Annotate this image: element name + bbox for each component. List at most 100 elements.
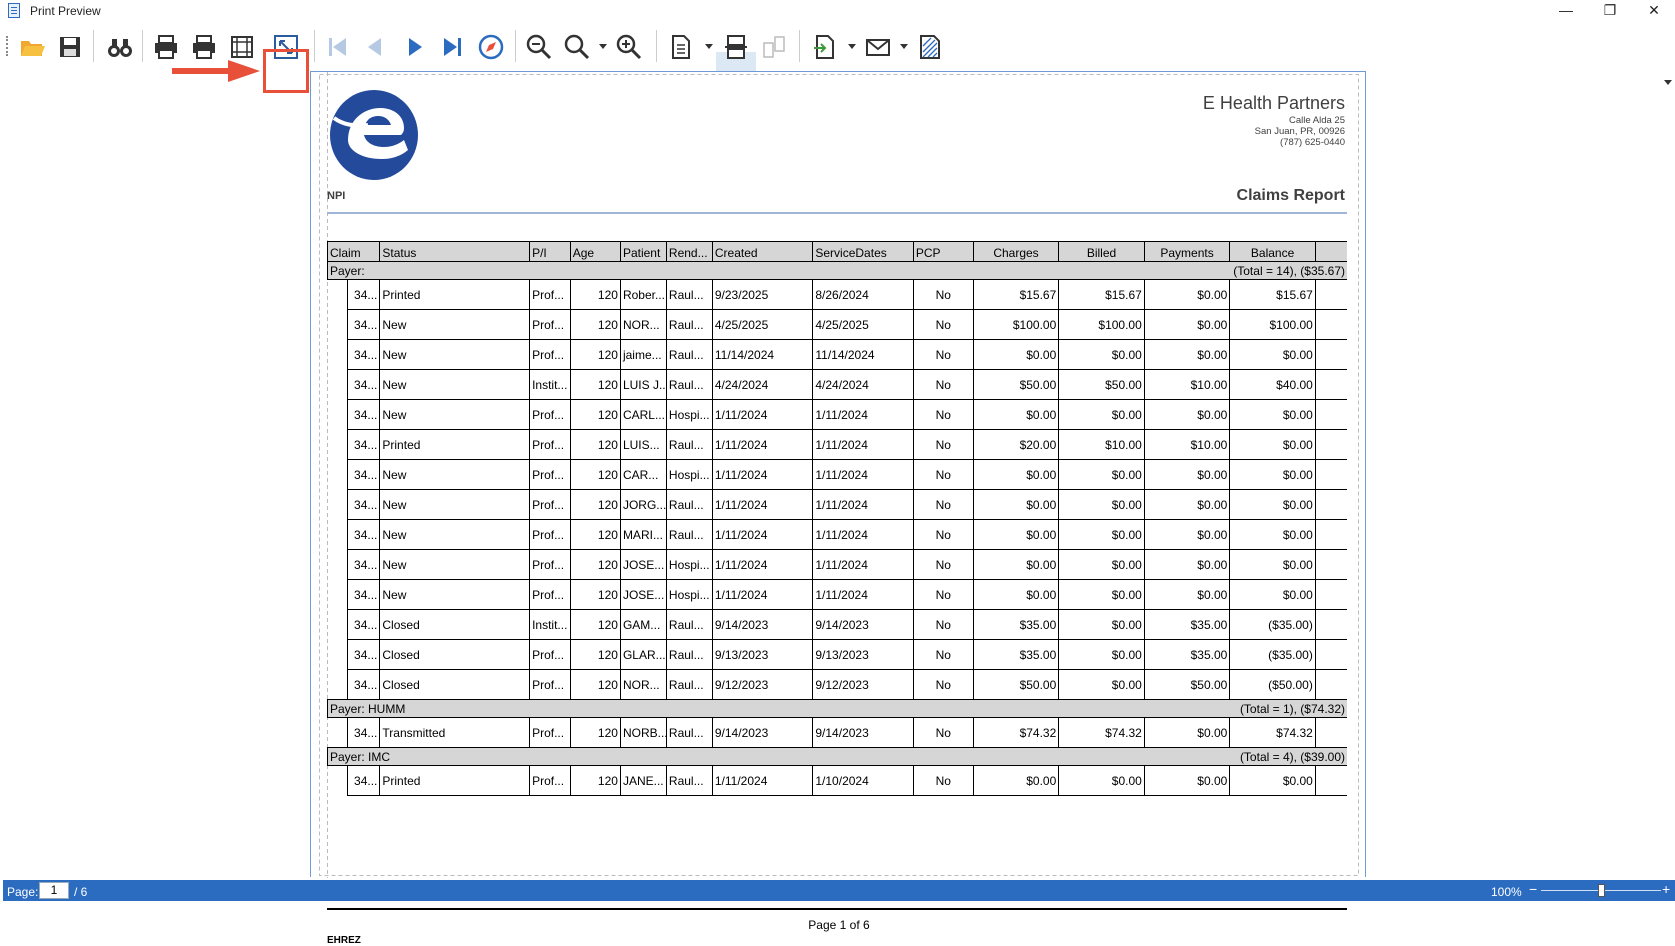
find-button[interactable] [103, 30, 137, 64]
rend-cell: Raul... [665, 369, 713, 400]
table-row[interactable]: 34... Transmitted Prof... 120 NORB... Raul...… [327, 717, 1347, 748]
save-button[interactable] [53, 30, 87, 64]
indent-cell [327, 765, 349, 796]
table-row[interactable]: 34... New Prof... 120 CAR... Hospi... 1/11/202… [327, 459, 1347, 490]
export-dropdown-arrow[interactable] [848, 44, 856, 49]
zoom-button[interactable] [560, 30, 594, 64]
toolbar-separator [799, 30, 800, 62]
page-total: / 6 [74, 885, 88, 899]
claim-cell: 34... [347, 549, 381, 580]
binoculars-icon [108, 39, 132, 57]
table-row[interactable]: 34... New Prof... 120 NOR... Raul... 4/25/2025… [327, 309, 1347, 340]
open-button[interactable] [15, 30, 49, 64]
zoom-slider-thumb[interactable] [1597, 884, 1605, 897]
table-row[interactable]: 34... New Instit... 120 LUIS J... Raul... 4/24… [327, 369, 1347, 400]
pcp-cell: No [912, 369, 974, 400]
previous-page-button[interactable] [359, 30, 393, 64]
next-page-button[interactable] [397, 30, 431, 64]
service-cell: 1/11/2024 [812, 489, 914, 520]
export-button[interactable] [808, 30, 842, 64]
payments-cell: $0.00 [1143, 399, 1231, 430]
balance-cell: ($35.00) [1229, 609, 1316, 640]
table-row[interactable]: 34... Printed Prof... 120 JANE... Raul... 1/11… [327, 765, 1347, 796]
created-cell: 9/12/2023 [711, 669, 814, 700]
service-cell: 1/11/2024 [812, 459, 914, 490]
pcp-cell: No [912, 549, 974, 580]
send-email-button[interactable] [861, 30, 895, 64]
rend-cell: Raul... [665, 429, 713, 460]
status-cell: Closed [379, 669, 531, 700]
email-dropdown-arrow[interactable] [900, 44, 908, 49]
spacer-cell [1314, 639, 1347, 670]
status-cell: New [379, 369, 531, 400]
annotation-arrow [172, 60, 260, 82]
patient-cell: LUIS J... [619, 369, 667, 400]
billed-cell: $0.00 [1058, 399, 1145, 430]
watermark-button[interactable] [913, 30, 947, 64]
status-cell: Closed [379, 639, 531, 670]
zoom-out-status-button[interactable]: − [1529, 881, 1537, 897]
indent-cell [327, 429, 349, 460]
balance-cell: $0.00 [1229, 549, 1316, 580]
status-cell: New [379, 519, 531, 550]
zoom-out-button[interactable] [522, 30, 556, 64]
charges-cell: $0.00 [972, 459, 1060, 490]
created-cell: 1/11/2024 [711, 459, 814, 490]
zoom-in-button[interactable] [612, 30, 646, 64]
table-row[interactable]: 34... New Prof... 120 jaime... Raul... 11/14/2… [327, 339, 1347, 370]
multiple-pages-button[interactable] [664, 30, 698, 64]
table-row[interactable]: 34... Closed Instit... 120 GAM... Raul... 9/14… [327, 609, 1347, 640]
first-page-button[interactable] [321, 30, 355, 64]
claim-cell: 34... [347, 339, 381, 370]
spacer-cell [1314, 339, 1347, 370]
column-header: Billed [1058, 241, 1145, 262]
continuous-pages-icon [725, 35, 747, 59]
table-row[interactable]: 34... New Prof... 120 MARI... Raul... 1/11/202… [327, 519, 1347, 550]
table-row[interactable]: 34... Printed Prof... 120 Rober... Raul... 9/2… [327, 279, 1347, 310]
company-name: E Health Partners [1202, 93, 1345, 113]
minimize-button[interactable]: — [1544, 0, 1588, 22]
payments-cell: $0.00 [1143, 339, 1231, 370]
table-row[interactable]: 34... New Prof... 120 CARL... Hospi... 1/11/20… [327, 399, 1347, 430]
pcp-cell: No [912, 279, 974, 310]
group-header-cell: (Total = 4), ($39.00) Payer: IMC [327, 747, 1347, 766]
rend-cell: Raul... [665, 609, 713, 640]
indent-cell [327, 609, 349, 640]
rend-cell: Raul... [665, 339, 713, 370]
page-layout-dropdown-arrow[interactable] [705, 44, 713, 49]
restore-button[interactable]: ❐ [1588, 0, 1632, 22]
table-row[interactable]: 34... New Prof... 120 JOSE... Hospi... 1/11/20… [327, 579, 1347, 610]
navigation-button[interactable] [474, 30, 508, 64]
billed-cell: $0.00 [1058, 765, 1145, 796]
age-cell: 120 [569, 369, 621, 400]
table-row[interactable]: 34... Closed Prof... 120 NOR... Raul... 9/12/2… [327, 669, 1347, 700]
charges-cell: $50.00 [972, 369, 1060, 400]
minimize-icon: — [1559, 2, 1573, 18]
table-row[interactable]: 34... Closed Prof... 120 GLAR... Raul... 9/13/… [327, 639, 1347, 670]
billed-cell: $0.00 [1058, 579, 1145, 610]
rend-cell: Hospi... [665, 549, 713, 580]
charges-cell: $20.00 [972, 429, 1060, 460]
close-button[interactable]: ✕ [1632, 0, 1675, 22]
facing-pages-button[interactable] [757, 30, 791, 64]
indent-cell [327, 339, 349, 370]
toolbar-grip[interactable] [6, 36, 8, 56]
toolbar-overflow-arrow[interactable] [1664, 80, 1672, 85]
last-page-button[interactable] [435, 30, 469, 64]
table-row[interactable]: 34... New Prof... 120 JORG... Raul... 1/11/202… [327, 489, 1347, 520]
patient-cell: CARL... [619, 399, 667, 430]
zoom-dropdown-arrow[interactable] [599, 44, 607, 49]
continuous-scroll-button[interactable] [719, 30, 753, 64]
column-header: Status [379, 241, 531, 262]
patient-cell: jaime... [619, 339, 667, 370]
watermark-icon [920, 35, 940, 59]
charges-cell: $35.00 [972, 639, 1060, 670]
balance-cell: ($35.00) [1229, 639, 1316, 670]
table-row[interactable]: 34... Printed Prof... 120 LUIS... Raul... 1/11… [327, 429, 1347, 460]
service-cell: 8/26/2024 [812, 279, 914, 310]
age-cell: 120 [569, 429, 621, 460]
page-number-input[interactable]: 1 [39, 882, 69, 899]
zoom-in-status-button[interactable]: + [1662, 881, 1670, 897]
claim-cell: 34... [347, 639, 381, 670]
table-row[interactable]: 34... New Prof... 120 JOSE... Hospi... 1/11/20… [327, 549, 1347, 580]
